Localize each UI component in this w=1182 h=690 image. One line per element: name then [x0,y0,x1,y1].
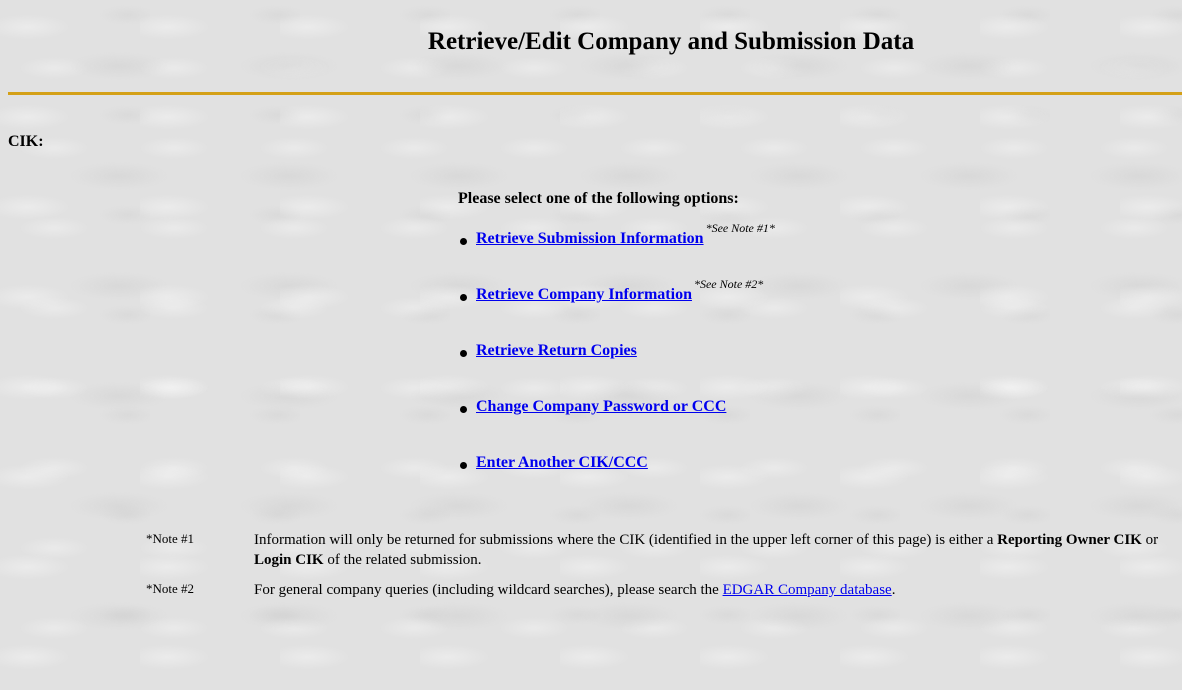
note-text: For general company queries (including w… [254,580,1176,600]
note-row: *Note #1 Information will only be return… [146,530,1176,570]
note-emphasis: Reporting Owner CIK [997,532,1142,548]
change-password-link[interactable]: Change Company Password or CCC [476,398,726,416]
list-item: Retrieve Company Information *See Note #… [458,277,775,342]
retrieve-return-copies-link[interactable]: Retrieve Return Copies [476,342,637,360]
bullet-icon [460,406,467,413]
list-item: Change Company Password or CCC [458,398,775,454]
note-text-part: or [1141,532,1159,548]
bullet-icon [460,350,467,357]
options-heading: Please select one of the following optio… [458,190,739,207]
note-ref: *See Note #1* [705,221,775,235]
bullet-icon [460,238,467,245]
note-label: *Note #1 [146,531,195,546]
page-title: Retrieve/Edit Company and Submission Dat… [427,28,915,55]
edgar-company-database-link[interactable]: EDGAR Company database [723,582,892,598]
note-label: *Note #2 [146,581,195,596]
retrieve-submission-link[interactable]: Retrieve Submission Information [476,230,704,248]
bullet-icon [460,462,467,469]
note-text: Information will only be returned for su… [254,530,1176,570]
retrieve-company-link[interactable]: Retrieve Company Information [476,286,692,304]
note-text-part: Information will only be returned for su… [254,532,998,548]
list-item: Retrieve Return Copies [458,342,775,398]
options-panel: Please select one of the following optio… [458,190,775,510]
cik-label: CIK: [8,133,44,150]
note-text-part: For general company queries (including w… [254,582,723,598]
note-text-part: . [891,582,896,598]
bullet-icon [460,294,467,301]
option-list: Retrieve Submission Information *See Not… [458,221,775,510]
note-row: *Note #2 For general company queries (in… [146,580,1176,600]
note-ref: *See Note #2* [693,277,764,291]
header-divider [8,92,1182,95]
enter-another-cik-link[interactable]: Enter Another CIK/CCC [476,454,648,472]
header: Retrieve/Edit Company and Submission Dat… [0,28,1182,56]
note-emphasis: Login CIK [254,552,324,568]
notes-section: *Note #1 Information will only be return… [146,530,1176,610]
note-text-part: of the related submission. [323,552,482,568]
list-item: Enter Another CIK/CCC [458,454,775,510]
